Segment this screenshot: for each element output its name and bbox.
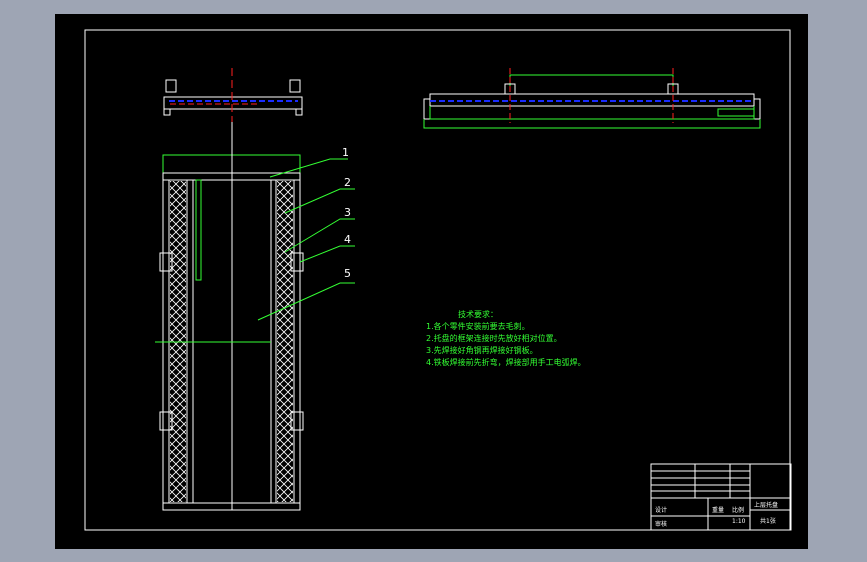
check-label: 审核 [655, 520, 667, 528]
balloon-leaders [257, 158, 355, 321]
top-view-left [163, 68, 303, 122]
balloon-1: 1 [342, 146, 349, 159]
requirement-item: 3.先焊接好角钢再焊接好钢板。 [426, 346, 538, 355]
front-view-left [155, 122, 304, 511]
drawing-name: 上层托盘 [754, 501, 778, 509]
ratio-label: 比例 [732, 506, 744, 514]
requirement-item: 1.各个零件安装前要去毛刺。 [426, 322, 530, 331]
requirements-title: 技术要求： [458, 310, 498, 319]
balloon-3: 3 [344, 206, 351, 219]
side-view-right [423, 68, 761, 129]
scale-value: 1:10 [732, 518, 746, 525]
technical-requirements: 技术要求： 1.各个零件安装前要去毛刺。 2.托盘的框架连接时先放好相对位置。 … [426, 309, 586, 369]
balloon-4: 4 [344, 233, 351, 246]
drawing-frame [84, 29, 791, 531]
balloon-2: 2 [344, 176, 351, 189]
requirement-item: 2.托盘的框架连接时先放好相对位置。 [426, 334, 562, 343]
requirement-item: 4.铁板焊接前先折弯，焊接部用手工电弧焊。 [426, 358, 586, 367]
designer-label: 设计 [655, 506, 667, 514]
cad-drawing: 1 2 3 4 5 上层托盘 1:10 共1张 设计 审核 重量 比例 [84, 29, 792, 531]
balloon-5: 5 [344, 267, 351, 280]
drawing-sheet: 1 2 3 4 5 上层托盘 1:10 共1张 设计 审核 重量 比例 技术要求… [55, 14, 808, 549]
sheet-count: 共1张 [760, 517, 776, 525]
weight-label: 重量 [712, 506, 724, 514]
